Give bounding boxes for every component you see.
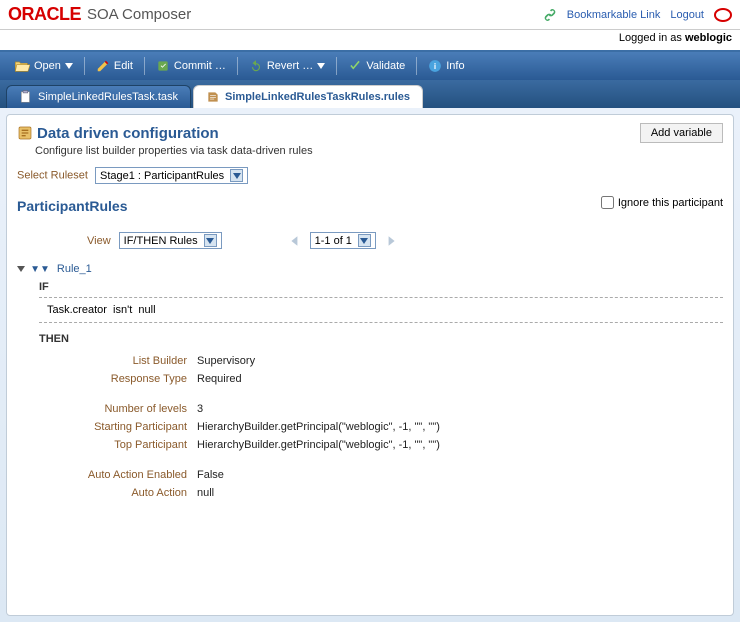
- brand-logo: ORACLE: [8, 4, 81, 25]
- rules-icon: [206, 90, 220, 104]
- tab-task[interactable]: SimpleLinkedRulesTask.task: [6, 85, 191, 108]
- ruleset-select[interactable]: Stage1 : ParticipantRules: [95, 167, 248, 184]
- add-variable-button[interactable]: Add variable: [640, 123, 723, 143]
- prop-label: List Builder: [47, 355, 197, 367]
- open-button[interactable]: Open: [6, 56, 81, 76]
- prop-label: Response Type: [47, 373, 197, 385]
- if-keyword: IF: [39, 281, 723, 293]
- prev-page-button[interactable]: [288, 234, 302, 248]
- prop-row: Top ParticipantHierarchyBuilder.getPrinc…: [47, 439, 723, 451]
- logged-in-prefix: Logged in as: [619, 32, 685, 44]
- oracle-icon: [714, 8, 732, 22]
- rule-name[interactable]: Rule_1: [57, 263, 92, 275]
- config-icon: [17, 125, 33, 141]
- prop-label: Auto Action Enabled: [47, 469, 197, 481]
- info-button[interactable]: i Info: [420, 56, 472, 76]
- link-icon: [543, 8, 557, 22]
- task-icon: [19, 90, 33, 104]
- revert-button[interactable]: Revert …: [241, 56, 333, 76]
- pencil-icon: [96, 59, 110, 73]
- chevron-down-icon: [65, 63, 73, 69]
- prop-row: Response TypeRequired: [47, 373, 723, 385]
- check-icon: [348, 59, 362, 73]
- pager-select[interactable]: 1-1 of 1: [310, 232, 376, 249]
- prop-value[interactable]: 3: [197, 403, 203, 415]
- bookmark-link[interactable]: Bookmarkable Link: [567, 9, 661, 21]
- prop-value[interactable]: null: [197, 487, 214, 499]
- prop-label: Auto Action: [47, 487, 197, 499]
- view-value: IF/THEN Rules: [124, 235, 198, 247]
- collapse-toggle[interactable]: [17, 263, 25, 275]
- commit-icon: [156, 59, 170, 73]
- chevron-down-icon: [204, 234, 217, 247]
- prop-row: List BuilderSupervisory: [47, 355, 723, 367]
- divider: [39, 322, 723, 323]
- info-icon: i: [428, 59, 442, 73]
- tab-label: SimpleLinkedRulesTask.task: [38, 91, 178, 103]
- edit-button[interactable]: Edit: [88, 56, 141, 76]
- prop-value[interactable]: HierarchyBuilder.getPrincipal("weblogic"…: [197, 421, 440, 433]
- ignore-checkbox[interactable]: [601, 196, 614, 209]
- main-toolbar: Open Edit Commit … Revert … Validate i I…: [0, 52, 740, 80]
- validate-button[interactable]: Validate: [340, 56, 413, 76]
- prop-label: Top Participant: [47, 439, 197, 451]
- page-title: Data driven configuration: [37, 125, 219, 142]
- cond-subject[interactable]: Task.creator: [47, 304, 107, 316]
- chevron-down-icon: [317, 63, 325, 69]
- then-keyword: THEN: [39, 333, 723, 345]
- prop-label: Number of levels: [47, 403, 197, 415]
- ruleset-value: Stage1 : ParticipantRules: [100, 170, 224, 182]
- app-header: ORACLE SOA Composer Bookmarkable Link Lo…: [0, 0, 740, 30]
- ignore-label: Ignore this participant: [618, 197, 723, 209]
- page-subtitle: Configure list builder properties via ta…: [35, 145, 723, 157]
- prop-value[interactable]: False: [197, 469, 224, 481]
- view-label: View: [87, 235, 111, 247]
- chevron-down-icon: [230, 169, 243, 182]
- main-content: Data driven configuration Add variable C…: [6, 114, 734, 616]
- prop-value[interactable]: Supervisory: [197, 355, 255, 367]
- prop-row: Number of levels3: [47, 403, 723, 415]
- cond-value[interactable]: null: [138, 304, 155, 316]
- login-bar: Logged in as weblogic: [0, 30, 740, 52]
- document-tabs: SimpleLinkedRulesTask.task SimpleLinkedR…: [0, 80, 740, 108]
- pager-value: 1-1 of 1: [315, 235, 352, 247]
- folder-open-icon: [14, 59, 30, 73]
- divider: [39, 297, 723, 298]
- tab-rules[interactable]: SimpleLinkedRulesTaskRules.rules: [193, 85, 423, 108]
- revert-icon: [249, 59, 263, 73]
- next-page-button[interactable]: [384, 234, 398, 248]
- prop-value[interactable]: Required: [197, 373, 242, 385]
- view-select[interactable]: IF/THEN Rules: [119, 232, 222, 249]
- logout-link[interactable]: Logout: [670, 9, 704, 21]
- select-ruleset-label: Select Ruleset: [17, 170, 88, 182]
- logged-in-user: weblogic: [685, 32, 732, 44]
- double-chevron-icon[interactable]: ▼▼: [30, 264, 50, 275]
- tab-label: SimpleLinkedRulesTaskRules.rules: [225, 91, 410, 103]
- prop-value[interactable]: HierarchyBuilder.getPrincipal("weblogic"…: [197, 439, 440, 451]
- prop-row: Starting ParticipantHierarchyBuilder.get…: [47, 421, 723, 433]
- prop-row: Auto Action EnabledFalse: [47, 469, 723, 481]
- commit-button[interactable]: Commit …: [148, 56, 234, 76]
- svg-text:i: i: [434, 62, 436, 71]
- then-properties: List BuilderSupervisoryResponse TypeRequ…: [47, 355, 723, 499]
- prop-label: Starting Participant: [47, 421, 197, 433]
- cond-op[interactable]: isn't: [113, 304, 132, 316]
- product-name: SOA Composer: [87, 6, 191, 23]
- chevron-down-icon: [358, 234, 371, 247]
- prop-row: Auto Actionnull: [47, 487, 723, 499]
